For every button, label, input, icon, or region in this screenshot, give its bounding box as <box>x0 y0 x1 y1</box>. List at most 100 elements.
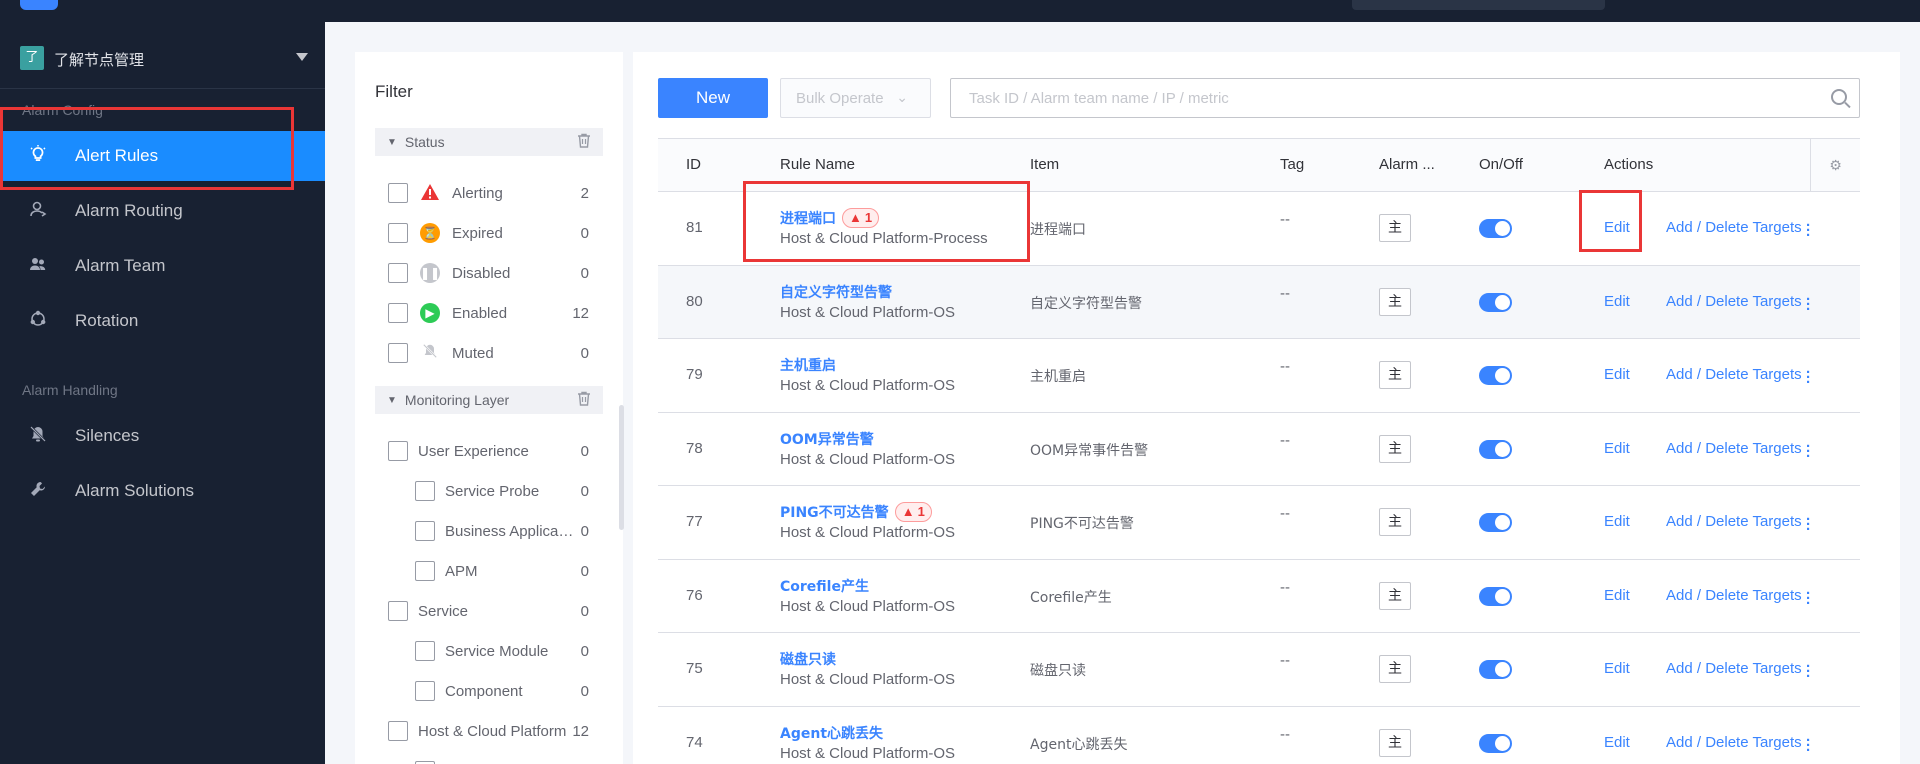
add-delete-targets-link[interactable]: Add / Delete Targets <box>1666 660 1802 677</box>
sidebar-item-alarm-team[interactable]: Alarm Team <box>0 241 325 291</box>
checkbox[interactable] <box>388 343 408 363</box>
filter-item-partial[interactable] <box>415 759 589 764</box>
filter-item-business-application[interactable]: Business Applica… 0 <box>415 519 589 543</box>
col-tag[interactable]: Tag <box>1280 156 1304 173</box>
alarm-team-chip[interactable]: 主 <box>1379 361 1411 389</box>
alarm-team-chip[interactable]: 主 <box>1379 287 1411 316</box>
more-vertical-icon[interactable]: ... <box>1806 508 1810 533</box>
alarm-team-chip[interactable]: 主 <box>1379 728 1411 757</box>
rule-name-link[interactable]: OOM异常告警 <box>780 432 874 448</box>
col-rule-name[interactable]: Rule Name <box>780 156 855 173</box>
trash-icon[interactable] <box>577 133 591 151</box>
checkbox[interactable] <box>388 263 408 283</box>
checkbox[interactable] <box>388 183 408 203</box>
sidebar-item-alarm-solutions[interactable]: Alarm Solutions <box>0 466 325 516</box>
page-scrollbar[interactable] <box>1894 52 1900 764</box>
onoff-toggle[interactable] <box>1479 586 1512 606</box>
alarm-team-chip[interactable]: 主 <box>1379 434 1411 463</box>
onoff-toggle[interactable] <box>1479 439 1512 459</box>
add-delete-targets-link[interactable]: Add / Delete Targets <box>1666 734 1802 751</box>
more-vertical-icon[interactable]: ... <box>1806 435 1810 460</box>
filter-item-user-experience[interactable]: User Experience 0 <box>388 439 589 463</box>
rule-name-link[interactable]: 磁盘只读 <box>780 652 836 668</box>
trash-icon[interactable] <box>577 391 591 409</box>
business-selector[interactable]: 了 了解节点管理 <box>0 22 325 89</box>
checkbox[interactable] <box>415 641 435 661</box>
rule-name-link[interactable]: Agent心跳丢失 <box>780 726 883 742</box>
app-logo[interactable] <box>20 0 58 10</box>
checkbox[interactable] <box>388 303 408 323</box>
rule-name-link[interactable]: 自定义字符型告警 <box>780 285 892 301</box>
sidebar-item-rotation[interactable]: Rotation <box>0 296 325 346</box>
checkbox[interactable] <box>388 223 408 243</box>
more-vertical-icon[interactable]: ... <box>1806 729 1810 754</box>
filter-item-component[interactable]: Component 0 <box>415 679 589 703</box>
checkbox[interactable] <box>415 521 435 541</box>
add-delete-targets-link[interactable]: Add / Delete Targets <box>1666 219 1802 236</box>
more-vertical-icon[interactable]: ... <box>1806 288 1810 313</box>
filter-item-apm[interactable]: APM 0 <box>415 559 589 583</box>
filter-item-service[interactable]: Service 0 <box>388 599 589 623</box>
filter-item-muted[interactable]: Muted 0 <box>388 341 589 365</box>
alarm-team-chip[interactable]: 主 <box>1379 214 1411 242</box>
add-delete-targets-link[interactable]: Add / Delete Targets <box>1666 587 1802 604</box>
more-vertical-icon[interactable]: ... <box>1806 214 1810 239</box>
alarm-team-chip[interactable]: 主 <box>1379 508 1411 536</box>
rule-name-link[interactable]: Corefile产生 <box>780 579 869 595</box>
onoff-toggle[interactable] <box>1479 660 1512 679</box>
rule-name-link[interactable]: PING不可达告警 <box>780 505 889 521</box>
checkbox[interactable] <box>415 481 435 501</box>
filter-section-monitoring-layer[interactable]: ▼ Monitoring Layer <box>375 386 603 414</box>
filter-section-status[interactable]: ▼ Status <box>375 128 603 156</box>
alert-count-badge[interactable]: ▲ 1 <box>894 502 932 522</box>
onoff-toggle[interactable] <box>1479 513 1512 532</box>
alarm-team-chip[interactable]: 主 <box>1379 655 1411 683</box>
alarm-team-chip[interactable]: 主 <box>1379 581 1411 610</box>
search-box[interactable] <box>950 78 1860 118</box>
checkbox[interactable] <box>415 681 435 701</box>
filter-item-disabled[interactable]: ❚❚ Disabled 0 <box>388 261 589 285</box>
sidebar-item-alarm-routing[interactable]: Alarm Routing <box>0 186 325 236</box>
global-search-stub[interactable] <box>1352 0 1605 10</box>
sidebar-item-silences[interactable]: Silences <box>0 411 325 461</box>
more-vertical-icon[interactable]: ... <box>1806 582 1810 607</box>
edit-link[interactable]: Edit <box>1604 587 1630 604</box>
onoff-toggle[interactable] <box>1479 292 1512 312</box>
add-delete-targets-link[interactable]: Add / Delete Targets <box>1666 293 1802 310</box>
col-id[interactable]: ID <box>686 156 701 173</box>
search-icon[interactable] <box>1831 89 1847 105</box>
col-item[interactable]: Item <box>1030 156 1059 173</box>
edit-link[interactable]: Edit <box>1604 293 1630 310</box>
onoff-toggle[interactable] <box>1479 733 1512 753</box>
filter-item-service-probe[interactable]: Service Probe 0 <box>415 479 589 503</box>
edit-link[interactable]: Edit <box>1604 660 1630 677</box>
filter-item-alerting[interactable]: Alerting 2 <box>388 181 589 205</box>
add-delete-targets-link[interactable]: Add / Delete Targets <box>1666 366 1802 383</box>
edit-link[interactable]: Edit <box>1604 513 1630 530</box>
checkbox[interactable] <box>388 721 408 741</box>
new-button[interactable]: New <box>658 78 768 118</box>
checkbox[interactable] <box>388 441 408 461</box>
bulk-operate-button[interactable]: Bulk Operate ⌄ <box>780 78 931 118</box>
add-delete-targets-link[interactable]: Add / Delete Targets <box>1666 440 1802 457</box>
filter-item-expired[interactable]: ⏳ Expired 0 <box>388 221 589 245</box>
onoff-toggle[interactable] <box>1479 366 1512 385</box>
edit-link[interactable]: Edit <box>1604 440 1630 457</box>
more-vertical-icon[interactable]: ... <box>1806 361 1810 386</box>
edit-link[interactable]: Edit <box>1604 366 1630 383</box>
search-input[interactable] <box>951 79 1811 117</box>
rule-name-link[interactable]: 主机重启 <box>780 358 836 374</box>
more-vertical-icon[interactable]: ... <box>1806 655 1810 680</box>
filter-item-enabled[interactable]: ▶ Enabled 12 <box>388 301 589 325</box>
add-delete-targets-link[interactable]: Add / Delete Targets <box>1666 513 1802 530</box>
col-onoff[interactable]: On/Off <box>1479 156 1523 173</box>
edit-link[interactable]: Edit <box>1604 734 1630 751</box>
filter-scrollbar[interactable] <box>619 405 624 530</box>
onoff-toggle[interactable] <box>1479 219 1512 238</box>
col-alarm[interactable]: Alarm ... <box>1379 156 1435 173</box>
checkbox[interactable] <box>388 601 408 621</box>
filter-item-host-cloud-platform[interactable]: Host & Cloud Platform 12 <box>388 719 589 743</box>
filter-item-service-module[interactable]: Service Module 0 <box>415 639 589 663</box>
checkbox[interactable] <box>415 561 435 581</box>
gear-icon[interactable]: ⚙ <box>1810 139 1860 191</box>
